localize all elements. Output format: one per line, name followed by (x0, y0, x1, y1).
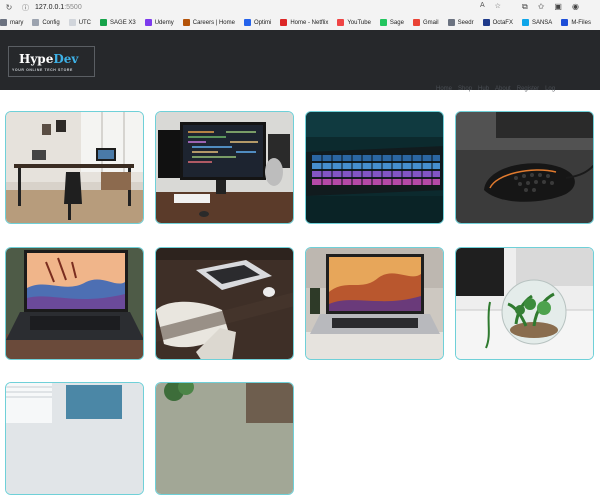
bookmark-favicon-icon (448, 19, 455, 26)
gallery-card-desk-setup[interactable] (5, 111, 144, 224)
read-aloud-icon[interactable]: A (480, 2, 485, 10)
gallery-card-code-monitors[interactable] (155, 111, 294, 224)
gaming-mouse-image (456, 112, 594, 224)
site-header: HypeDev YOUR ONLINE TECH STORE Home Shop… (0, 30, 600, 90)
bookmark-item[interactable]: Home - Netflix (280, 19, 328, 26)
bookmark-label: SAGE X3 (110, 20, 136, 26)
macbook-image (306, 248, 444, 360)
logo-text: HypeDev (19, 52, 78, 66)
bookmark-item[interactable]: Udemy (145, 19, 174, 26)
bookmark-favicon-icon (145, 19, 152, 26)
url-field[interactable]: ⓘ 127.0.0.1 :5500 (22, 2, 512, 13)
profile-icon[interactable]: ◉ (572, 2, 579, 12)
bookmark-item[interactable]: Optimi (244, 19, 271, 26)
bookmark-item[interactable]: Careers | Home (183, 19, 235, 26)
bookmark-label: Seedr (458, 20, 474, 26)
nav-hub[interactable]: Hub (478, 86, 489, 92)
extensions-icon[interactable]: ⧉ (522, 2, 528, 12)
bookmark-label: Gmail (423, 20, 439, 26)
nav-about[interactable]: About (495, 86, 511, 92)
gallery-card-laptop-wallpaper[interactable] (5, 247, 144, 360)
gallery-card-macbook[interactable] (305, 247, 444, 360)
nav-login[interactable]: Log (545, 86, 555, 92)
bookmark-label: OctaFX (493, 20, 513, 26)
bookmark-favicon-icon (280, 19, 287, 26)
bookmark-label: mary (10, 20, 23, 26)
desk-setup-image (6, 112, 144, 224)
bookmark-favicon-icon (380, 19, 387, 26)
gallery-card-gaming-mouse[interactable] (455, 111, 594, 224)
url-actions: A ☆ (480, 2, 501, 10)
bookmark-label: Optimi (254, 20, 271, 26)
bookmark-item[interactable]: M-Files (561, 19, 591, 26)
bookmark-favicon-icon (100, 19, 107, 26)
collections-icon[interactable]: ▣ (554, 2, 562, 12)
bookmark-item[interactable]: SAGE X3 (100, 19, 136, 26)
reload-icon[interactable]: ↻ (4, 3, 14, 13)
toolbar-actions: ⧉ ✩ ▣ ◉ (522, 2, 579, 12)
nav-register[interactable]: Register (517, 86, 539, 92)
laptop-desk-image (156, 248, 294, 360)
bookmark-item[interactable]: Gmail (413, 19, 439, 26)
bookmark-favicon-icon (413, 19, 420, 26)
bookmark-favicon-icon (244, 19, 251, 26)
bookmark-favicon-icon (522, 19, 529, 26)
bookmark-label: Careers | Home (193, 20, 235, 26)
bookmark-favicon-icon (0, 19, 7, 26)
bookmark-item[interactable]: YouTube (337, 19, 371, 26)
logo-tagline: YOUR ONLINE TECH STORE (12, 68, 73, 72)
url-port: :5500 (64, 4, 82, 11)
bookmark-label: M-Files (571, 20, 591, 26)
nav-home[interactable]: Home (436, 86, 452, 92)
bookmark-favicon-icon (183, 19, 190, 26)
laptop-wallpaper-image (6, 248, 144, 360)
browser-chrome: ↻ ⓘ 127.0.0.1 :5500 A ☆ ⧉ ✩ ▣ ◉ mary Conf… (0, 0, 600, 30)
bookmark-label: SANSA (532, 20, 552, 26)
gallery-card-rgb-keyboard[interactable] (305, 111, 444, 224)
bookmark-favicon-icon (337, 19, 344, 26)
code-monitors-image (156, 112, 294, 224)
gallery-card-plant-shelf[interactable] (155, 382, 294, 495)
bookmark-favicon-icon (32, 19, 39, 26)
bookmark-label: Udemy (155, 20, 174, 26)
bookmark-favicon-icon (483, 19, 490, 26)
address-bar: ↻ ⓘ 127.0.0.1 :5500 A ☆ ⧉ ✩ ▣ ◉ (0, 0, 600, 15)
site-info-icon[interactable]: ⓘ (22, 3, 29, 13)
gallery-card-laptop-window[interactable] (5, 382, 144, 495)
bookmark-item[interactable]: SANSA (522, 19, 552, 26)
bookmark-item[interactable]: Sage (380, 19, 404, 26)
bookmark-item[interactable]: OctaFX (483, 19, 513, 26)
bookmark-label: YouTube (347, 20, 371, 26)
bookmark-item[interactable]: UTC (69, 19, 91, 26)
bookmark-label: Config (42, 20, 59, 26)
bookmark-item[interactable]: Seedr (448, 19, 474, 26)
favorites-icon[interactable]: ✩ (538, 2, 545, 12)
main-nav: Home Shop Hub About Register Log (436, 86, 555, 92)
bookmarks-bar: mary Config UTC SAGE X3 Udemy Careers | Home O… (0, 15, 600, 30)
bookmark-label: UTC (79, 20, 91, 26)
gallery-card-terrarium[interactable] (455, 247, 594, 360)
bookmark-label: Sage (390, 20, 404, 26)
bookmark-favicon-icon (69, 19, 76, 26)
bookmark-label: Home - Netflix (290, 20, 328, 26)
rgb-keyboard-image (306, 112, 444, 224)
favorite-star-icon[interactable]: ☆ (495, 2, 501, 10)
bookmark-item[interactable]: mary (0, 19, 23, 26)
nav-shop[interactable]: Shop (458, 86, 472, 92)
bookmark-item[interactable]: Config (32, 19, 59, 26)
url-host: 127.0.0.1 (35, 4, 64, 11)
bookmark-favicon-icon (561, 19, 568, 26)
logo[interactable]: HypeDev YOUR ONLINE TECH STORE (8, 46, 95, 77)
terrarium-image (456, 248, 594, 360)
gallery-card-laptop-desk[interactable] (155, 247, 294, 360)
